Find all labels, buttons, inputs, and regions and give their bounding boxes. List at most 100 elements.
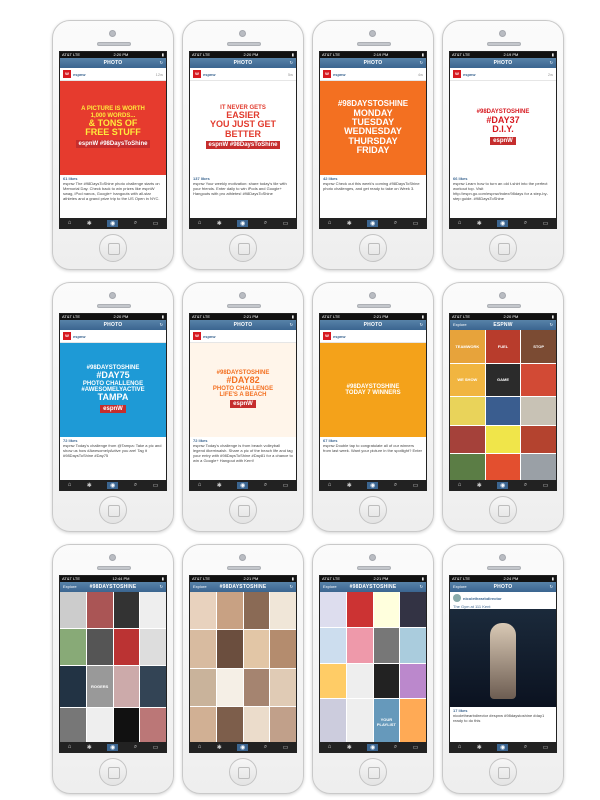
grid-photo[interactable] [60,708,86,744]
grid-photo[interactable] [346,663,373,699]
espnw-avatar[interactable]: W [63,70,71,78]
refresh-icon[interactable]: ↻ [277,582,293,592]
grid-photo[interactable] [521,425,556,454]
grid-photo[interactable]: WE SHOW [450,363,485,397]
home-icon[interactable]: ⌂ [198,482,202,488]
espnw-avatar[interactable]: W [63,332,71,340]
username-link[interactable]: espnw [203,72,286,77]
grid-photo[interactable] [86,592,113,628]
refresh-icon[interactable]: ↻ [537,320,553,330]
grid-photo[interactable] [450,454,485,482]
espnw-avatar[interactable]: W [453,70,461,78]
grid-photo[interactable] [521,397,556,425]
grid-photo[interactable] [485,454,521,482]
explore-icon[interactable]: ✱ [477,744,482,751]
camera-icon[interactable]: ◉ [367,481,379,489]
news-icon[interactable]: ⌕ [394,744,397,751]
grid-photo[interactable] [243,592,270,630]
profile-icon[interactable]: ▭ [283,220,289,227]
explore-icon[interactable]: ✱ [87,744,92,751]
home-icon[interactable]: ⌂ [328,220,332,226]
profile-icon[interactable]: ▭ [153,482,159,489]
home-button[interactable] [359,234,387,262]
home-button[interactable] [489,234,517,262]
grid-photo[interactable] [320,592,346,627]
profile-icon[interactable]: ▭ [283,482,289,489]
home-icon[interactable]: ⌂ [458,482,462,488]
home-button[interactable] [229,234,257,262]
refresh-icon[interactable]: ↻ [537,582,553,592]
grid-photo[interactable] [140,629,166,665]
grid-photo[interactable] [270,668,296,706]
grid-photo[interactable] [190,706,216,744]
grid-photo[interactable] [346,627,373,663]
explore-icon[interactable]: ✱ [347,220,352,227]
news-icon[interactable]: ⌕ [394,220,397,227]
profile-icon[interactable]: ▭ [413,482,419,489]
explore-icon[interactable]: ✱ [347,744,352,751]
camera-icon[interactable]: ◉ [237,219,249,227]
post-image[interactable]: IT NEVER GETS EASIER YOU JUST GET BETTER esp… [190,81,296,175]
grid-photo[interactable] [373,627,400,663]
home-icon[interactable]: ⌂ [68,482,72,488]
camera-icon[interactable]: ◉ [367,219,379,227]
espnw-avatar[interactable]: W [323,70,331,78]
grid-photo[interactable] [400,627,426,663]
home-button[interactable] [229,496,257,524]
camera-icon[interactable]: ◉ [497,481,509,489]
grid-photo[interactable] [521,454,556,482]
news-icon[interactable]: ⌕ [524,220,527,227]
grid-photo[interactable] [400,592,426,627]
refresh-icon[interactable]: ↻ [407,320,423,330]
username-link[interactable]: espnw [463,72,546,77]
post-image[interactable]: #98DaysToShine Monday Tuesday Wednesday Thur… [320,81,426,175]
refresh-icon[interactable]: ↻ [407,582,423,592]
home-button[interactable] [359,758,387,786]
username-link[interactable]: espnw [333,334,421,339]
explore-icon[interactable]: ✱ [87,482,92,489]
grid-photo[interactable] [373,592,400,627]
photo-image[interactable] [450,609,556,707]
explore-icon[interactable]: ✱ [217,220,222,227]
grid-photo[interactable]: YOUR PLAYLIST [373,699,400,744]
camera-icon[interactable]: ◉ [497,743,509,751]
post-image[interactable]: #98DaysToShine #day37 D.I.Y. espnW [450,81,556,175]
camera-icon[interactable]: ◉ [107,743,119,751]
camera-icon[interactable]: ◉ [237,743,249,751]
grid-photo[interactable] [400,699,426,744]
grid-photo[interactable] [485,397,521,425]
news-icon[interactable]: ⌕ [134,482,137,489]
grid-photo[interactable] [450,397,485,425]
grid-photo[interactable] [86,629,113,665]
back-button[interactable]: Explore [453,320,469,330]
grid-photo[interactable] [140,708,166,744]
home-icon[interactable]: ⌂ [198,744,202,750]
grid-photo[interactable] [243,706,270,744]
home-button[interactable] [489,496,517,524]
grid-photo[interactable] [216,706,243,744]
grid-photo[interactable] [320,699,346,744]
camera-icon[interactable]: ◉ [497,219,509,227]
refresh-icon[interactable]: ↻ [407,58,423,68]
news-icon[interactable]: ⌕ [524,744,527,751]
grid-photo[interactable]: GAME [485,363,521,397]
home-icon[interactable]: ⌂ [328,744,332,750]
username-link[interactable]: espnw [333,72,416,77]
explore-icon[interactable]: ✱ [217,744,222,751]
username-link[interactable]: espnw [73,334,161,339]
grid-photo[interactable] [270,706,296,744]
explore-icon[interactable]: ✱ [347,482,352,489]
grid-photo[interactable] [113,592,140,628]
grid-photo[interactable] [346,592,373,627]
back-button[interactable]: Explore [193,582,209,592]
back-button[interactable]: Explore [323,582,339,592]
refresh-icon[interactable]: ↻ [277,320,293,330]
profile-icon[interactable]: ▭ [413,220,419,227]
grid-photo[interactable] [320,627,346,663]
camera-icon[interactable]: ◉ [237,481,249,489]
grid-photo[interactable] [113,629,140,665]
explore-icon[interactable]: ✱ [477,482,482,489]
home-button[interactable] [99,234,127,262]
grid-photo[interactable] [140,592,166,628]
back-button[interactable]: Explore [63,582,79,592]
